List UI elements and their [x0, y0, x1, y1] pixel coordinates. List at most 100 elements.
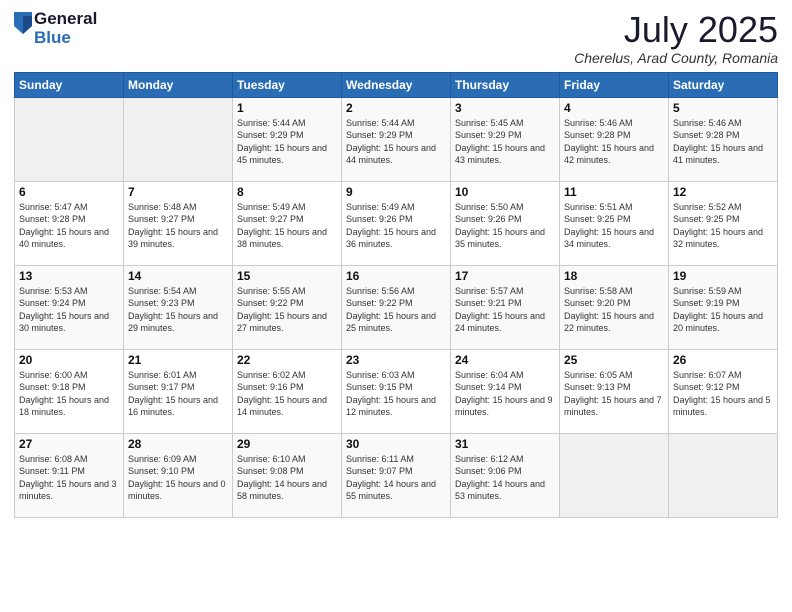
day-number: 21: [128, 353, 228, 367]
day-number: 28: [128, 437, 228, 451]
table-row: 18 Sunrise: 5:58 AMSunset: 9:20 PMDayligh…: [560, 265, 669, 349]
table-row: 22 Sunrise: 6:02 AMSunset: 9:16 PMDayligh…: [233, 349, 342, 433]
calendar-week-row: 20Sunrise: 6:00 AMSunset: 9:18 PMDayligh…: [15, 349, 778, 433]
col-saturday: Saturday: [669, 72, 778, 97]
day-info: Sunrise: 5:52 AMSunset: 9:25 PMDaylight:…: [673, 201, 773, 251]
table-row: 14 Sunrise: 5:54 AMSunset: 9:23 PMDayligh…: [124, 265, 233, 349]
day-info: Sunrise: 5:57 AMSunset: 9:21 PMDaylight:…: [455, 285, 555, 335]
col-sunday: Sunday: [15, 72, 124, 97]
table-row: 29 Sunrise: 6:10 AMSunset: 9:08 PMDayligh…: [233, 433, 342, 517]
day-number: 20: [19, 353, 119, 367]
day-info: Sunrise: 6:07 AMSunset: 9:12 PMDaylight:…: [673, 369, 773, 419]
day-info: Sunrise: 6:09 AMSunset: 9:10 PMDaylight:…: [128, 453, 228, 503]
table-row: 4 Sunrise: 5:46 AMSunset: 9:28 PMDaylight…: [560, 97, 669, 181]
day-number: 5: [673, 101, 773, 115]
day-number: 31: [455, 437, 555, 451]
day-number: 13: [19, 269, 119, 283]
table-row: 7Sunrise: 5:48 AMSunset: 9:27 PMDaylight…: [124, 181, 233, 265]
logo-general: General: [34, 10, 97, 29]
day-info: Sunrise: 5:46 AMSunset: 9:28 PMDaylight:…: [564, 117, 664, 167]
day-info: Sunrise: 5:45 AMSunset: 9:29 PMDaylight:…: [455, 117, 555, 167]
day-info: Sunrise: 5:48 AMSunset: 9:27 PMDaylight:…: [128, 201, 228, 251]
table-row: 19 Sunrise: 5:59 AMSunset: 9:19 PMDayligh…: [669, 265, 778, 349]
day-number: 11: [564, 185, 664, 199]
page: General Blue July 2025 Cherelus, Arad Co…: [0, 0, 792, 612]
col-monday: Monday: [124, 72, 233, 97]
main-title: July 2025: [574, 10, 778, 50]
day-info: Sunrise: 5:53 AMSunset: 9:24 PMDaylight:…: [19, 285, 119, 335]
table-row: 12 Sunrise: 5:52 AMSunset: 9:25 PMDayligh…: [669, 181, 778, 265]
table-row: 6Sunrise: 5:47 AMSunset: 9:28 PMDaylight…: [15, 181, 124, 265]
day-info: Sunrise: 5:59 AMSunset: 9:19 PMDaylight:…: [673, 285, 773, 335]
logo-blue: Blue: [34, 29, 97, 48]
header: General Blue July 2025 Cherelus, Arad Co…: [14, 10, 778, 66]
day-info: Sunrise: 5:51 AMSunset: 9:25 PMDaylight:…: [564, 201, 664, 251]
day-info: Sunrise: 5:44 AMSunset: 9:29 PMDaylight:…: [237, 117, 337, 167]
day-info: Sunrise: 5:55 AMSunset: 9:22 PMDaylight:…: [237, 285, 337, 335]
day-number: 10: [455, 185, 555, 199]
day-number: 8: [237, 185, 337, 199]
day-info: Sunrise: 5:54 AMSunset: 9:23 PMDaylight:…: [128, 285, 228, 335]
table-row: 20Sunrise: 6:00 AMSunset: 9:18 PMDayligh…: [15, 349, 124, 433]
day-info: Sunrise: 6:10 AMSunset: 9:08 PMDaylight:…: [237, 453, 337, 503]
calendar-week-row: 13 Sunrise: 5:53 AMSunset: 9:24 PMDayligh…: [15, 265, 778, 349]
calendar: Sunday Monday Tuesday Wednesday Thursday…: [14, 72, 778, 518]
day-number: 19: [673, 269, 773, 283]
logo: General Blue: [14, 10, 97, 47]
day-number: 4: [564, 101, 664, 115]
table-row: 30 Sunrise: 6:11 AMSunset: 9:07 PMDayligh…: [342, 433, 451, 517]
table-row: [15, 97, 124, 181]
logo-text: General Blue: [34, 10, 97, 47]
day-info: Sunrise: 6:11 AMSunset: 9:07 PMDaylight:…: [346, 453, 446, 503]
day-number: 6: [19, 185, 119, 199]
day-number: 14: [128, 269, 228, 283]
logo-icon: [14, 12, 32, 34]
day-info: Sunrise: 6:02 AMSunset: 9:16 PMDaylight:…: [237, 369, 337, 419]
calendar-header-row: Sunday Monday Tuesday Wednesday Thursday…: [15, 72, 778, 97]
table-row: 16 Sunrise: 5:56 AMSunset: 9:22 PMDayligh…: [342, 265, 451, 349]
col-wednesday: Wednesday: [342, 72, 451, 97]
table-row: 21Sunrise: 6:01 AMSunset: 9:17 PMDayligh…: [124, 349, 233, 433]
day-info: Sunrise: 5:49 AMSunset: 9:27 PMDaylight:…: [237, 201, 337, 251]
table-row: 31 Sunrise: 6:12 AMSunset: 9:06 PMDayligh…: [451, 433, 560, 517]
day-number: 30: [346, 437, 446, 451]
subtitle: Cherelus, Arad County, Romania: [574, 50, 778, 66]
day-number: 15: [237, 269, 337, 283]
day-info: Sunrise: 5:58 AMSunset: 9:20 PMDaylight:…: [564, 285, 664, 335]
calendar-week-row: 1Sunrise: 5:44 AMSunset: 9:29 PMDaylight…: [15, 97, 778, 181]
day-number: 24: [455, 353, 555, 367]
day-info: Sunrise: 6:12 AMSunset: 9:06 PMDaylight:…: [455, 453, 555, 503]
table-row: 8 Sunrise: 5:49 AMSunset: 9:27 PMDaylight…: [233, 181, 342, 265]
table-row: 17 Sunrise: 5:57 AMSunset: 9:21 PMDayligh…: [451, 265, 560, 349]
day-info: Sunrise: 6:05 AMSunset: 9:13 PMDaylight:…: [564, 369, 664, 419]
table-row: 24 Sunrise: 6:04 AMSunset: 9:14 PMDayligh…: [451, 349, 560, 433]
table-row: 23Sunrise: 6:03 AMSunset: 9:15 PMDayligh…: [342, 349, 451, 433]
calendar-week-row: 6Sunrise: 5:47 AMSunset: 9:28 PMDaylight…: [15, 181, 778, 265]
day-number: 16: [346, 269, 446, 283]
table-row: 15 Sunrise: 5:55 AMSunset: 9:22 PMDayligh…: [233, 265, 342, 349]
day-info: Sunrise: 5:50 AMSunset: 9:26 PMDaylight:…: [455, 201, 555, 251]
table-row: 27Sunrise: 6:08 AMSunset: 9:11 PMDayligh…: [15, 433, 124, 517]
day-number: 17: [455, 269, 555, 283]
table-row: 25Sunrise: 6:05 AMSunset: 9:13 PMDayligh…: [560, 349, 669, 433]
day-info: Sunrise: 6:04 AMSunset: 9:14 PMDaylight:…: [455, 369, 555, 419]
day-info: Sunrise: 5:44 AMSunset: 9:29 PMDaylight:…: [346, 117, 446, 167]
table-row: [560, 433, 669, 517]
table-row: 9Sunrise: 5:49 AMSunset: 9:26 PMDaylight…: [342, 181, 451, 265]
table-row: [124, 97, 233, 181]
day-info: Sunrise: 6:08 AMSunset: 9:11 PMDaylight:…: [19, 453, 119, 503]
day-number: 22: [237, 353, 337, 367]
day-number: 29: [237, 437, 337, 451]
day-number: 12: [673, 185, 773, 199]
table-row: 1Sunrise: 5:44 AMSunset: 9:29 PMDaylight…: [233, 97, 342, 181]
day-info: Sunrise: 6:03 AMSunset: 9:15 PMDaylight:…: [346, 369, 446, 419]
table-row: 11 Sunrise: 5:51 AMSunset: 9:25 PMDayligh…: [560, 181, 669, 265]
calendar-week-row: 27Sunrise: 6:08 AMSunset: 9:11 PMDayligh…: [15, 433, 778, 517]
table-row: 10 Sunrise: 5:50 AMSunset: 9:26 PMDayligh…: [451, 181, 560, 265]
day-info: Sunrise: 5:56 AMSunset: 9:22 PMDaylight:…: [346, 285, 446, 335]
day-info: Sunrise: 5:49 AMSunset: 9:26 PMDaylight:…: [346, 201, 446, 251]
title-section: July 2025 Cherelus, Arad County, Romania: [574, 10, 778, 66]
day-info: Sunrise: 5:46 AMSunset: 9:28 PMDaylight:…: [673, 117, 773, 167]
day-number: 2: [346, 101, 446, 115]
day-number: 18: [564, 269, 664, 283]
